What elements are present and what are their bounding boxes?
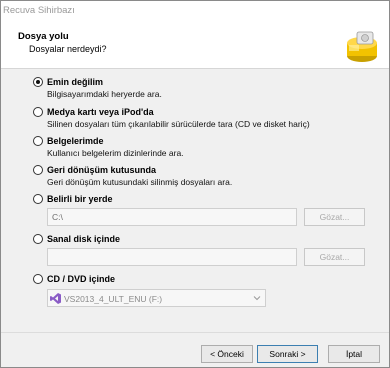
option-description: Geri dönüşüm kutusundaki silinmiş dosyal… [47, 177, 233, 187]
window-title: Recuva Sihirbazı [3, 5, 75, 16]
wizard-header: Dosya yolu Dosyalar nerdeydi? [1, 21, 389, 69]
page-title: Dosya yolu [18, 31, 69, 42]
wizard-window: Recuva Sihirbazı Dosya yolu Dosyalar ner… [0, 0, 390, 368]
option-description: Bilgisayarımdaki heryerde ara. [47, 89, 162, 99]
option-label: CD / DVD içinde [47, 274, 116, 284]
option-label: Belirli bir yerde [47, 194, 113, 204]
radio-recycle-bin[interactable] [33, 165, 43, 175]
page-subtitle: Dosyalar nerdeydi? [29, 44, 107, 54]
radio-cd-dvd[interactable] [33, 274, 43, 284]
title-bar: Recuva Sihirbazı [1, 1, 389, 21]
visual-studio-icon [50, 293, 61, 304]
radio-documents[interactable] [33, 136, 43, 146]
next-button[interactable]: Sonraki > [257, 345, 318, 363]
option-label: Belgelerimde [47, 136, 104, 146]
option-label: Sanal disk içinde [47, 234, 121, 244]
browse-location-button[interactable]: Gözat... [304, 208, 365, 226]
location-path-field[interactable]: C:\ [47, 208, 297, 226]
cancel-button[interactable]: İptal [328, 345, 380, 363]
wizard-content: Emin değilim Bilgisayarımdaki heryerde a… [1, 70, 389, 326]
option-label: Geri dönüşüm kutusunda [47, 165, 157, 175]
recuva-logo-icon [347, 31, 377, 62]
cd-dvd-drive-select[interactable]: VS2013_4_ULT_ENU (F:) [47, 289, 266, 307]
virtual-disk-path-field[interactable] [47, 248, 297, 266]
back-button[interactable]: < Önceki [201, 345, 253, 363]
radio-specific-location[interactable] [33, 194, 43, 204]
option-label: Emin değilim [47, 77, 104, 87]
radio-media-card[interactable] [33, 107, 43, 117]
chevron-down-icon [253, 296, 261, 301]
browse-virtual-disk-button[interactable]: Gözat... [304, 248, 365, 266]
radio-virtual-disk[interactable] [33, 234, 43, 244]
option-description: Kullanıcı belgelerim dizinlerinde ara. [47, 148, 184, 158]
radio-not-sure[interactable] [33, 77, 43, 87]
footer-divider [1, 332, 389, 333]
selected-drive: VS2013_4_ULT_ENU (F:) [64, 294, 163, 304]
option-label: Medya kartı veya iPod'da [47, 107, 154, 117]
option-description: Silinen dosyaları tüm çıkarılabilir sürü… [47, 119, 310, 129]
